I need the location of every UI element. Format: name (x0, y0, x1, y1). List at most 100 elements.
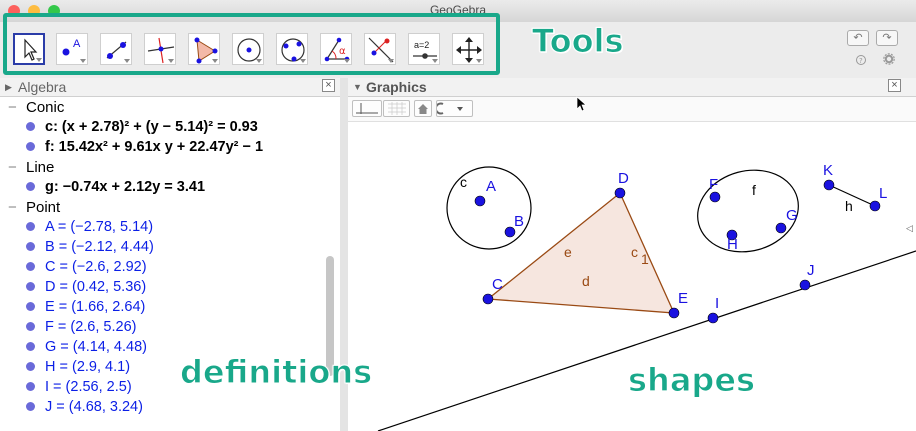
standard-view-button[interactable] (414, 100, 432, 117)
graphics-header: ▼ Graphics × (348, 78, 916, 97)
help-icon[interactable]: ? (856, 55, 866, 68)
point-label-d[interactable]: D (618, 170, 629, 187)
list-item[interactable]: I = (2.56, 2.5) (26, 379, 132, 395)
chevron-down-icon (434, 102, 463, 115)
collapse-triangle-icon[interactable]: ▶ (5, 82, 12, 93)
toggle-axes-button[interactable] (352, 100, 382, 117)
slider-tool-label: a=2 (414, 40, 429, 50)
visibility-dot[interactable] (26, 241, 35, 251)
dock-arrow-icon[interactable]: ◁ (906, 223, 913, 234)
visibility-dot[interactable] (26, 261, 35, 271)
move-tool[interactable] (13, 33, 45, 65)
point-tool-label: A (73, 38, 81, 50)
point-label-i[interactable]: I (715, 295, 719, 312)
mouse-cursor-icon (576, 96, 587, 115)
point-l[interactable] (869, 200, 881, 212)
side-label-c1-subscript[interactable]: 1 (641, 251, 649, 267)
point-label-c[interactable]: C (492, 276, 503, 293)
point-label-f[interactable]: F (709, 176, 718, 193)
point-j[interactable] (799, 279, 811, 291)
visibility-dot[interactable] (26, 401, 35, 411)
point-g[interactable] (775, 222, 787, 234)
category-line[interactable]: − Line (8, 159, 54, 176)
point-f[interactable] (709, 191, 721, 203)
shapes-annotation: shapes (627, 361, 756, 400)
point-d[interactable] (614, 187, 626, 199)
point-label-h[interactable]: H (727, 236, 738, 253)
visibility-dot[interactable] (26, 361, 35, 371)
list-item[interactable]: J = (4.68, 3.24) (26, 399, 143, 415)
undo-button[interactable]: ↶ (847, 30, 869, 46)
visibility-dot[interactable] (26, 281, 35, 291)
point-label-j[interactable]: J (807, 262, 815, 279)
graphics-title: Graphics (366, 79, 427, 95)
reflect-tool[interactable] (364, 33, 396, 65)
list-item[interactable]: D = (0.42, 5.36) (26, 279, 146, 295)
svg-text:?: ? (859, 57, 863, 65)
move-graphics-view-tool[interactable] (452, 33, 484, 65)
list-item[interactable]: B = (−2.12, 4.44) (26, 239, 154, 255)
tools-annotation: Tools (532, 22, 625, 61)
close-algebra-button[interactable]: × (322, 79, 335, 92)
close-graphics-button[interactable]: × (888, 79, 901, 92)
graphics-style-bar (348, 97, 916, 122)
visibility-dot[interactable] (26, 381, 35, 391)
list-item[interactable]: E = (1.66, 2.64) (26, 299, 145, 315)
point-e[interactable] (668, 307, 680, 319)
list-item[interactable]: F = (2.6, 5.26) (26, 319, 136, 335)
point-label-e[interactable]: E (678, 290, 688, 307)
gear-icon[interactable] (883, 53, 895, 68)
point-capturing-dropdown[interactable] (434, 100, 473, 117)
point-label-b[interactable]: B (514, 213, 524, 230)
circle-center-point-tool[interactable] (232, 33, 264, 65)
point-k[interactable] (823, 179, 835, 191)
algebra-title: Algebra (18, 79, 67, 95)
side-label-c1[interactable]: c (631, 244, 638, 260)
point-label-k[interactable]: K (823, 162, 833, 179)
visibility-dot[interactable] (26, 141, 35, 151)
circle-three-points-tool[interactable] (276, 33, 308, 65)
list-item[interactable]: H = (2.9, 4.1) (26, 359, 130, 375)
point-label-a[interactable]: A (486, 178, 496, 195)
side-label-d[interactable]: d (582, 273, 590, 289)
angle-tool[interactable]: α (320, 33, 352, 65)
point-i[interactable] (707, 312, 719, 324)
point-c[interactable] (482, 293, 494, 305)
window-titlebar: GeoGebra (0, 0, 916, 23)
list-item[interactable]: G = (4.14, 4.48) (26, 339, 147, 355)
algebra-header: ▶ Algebra × (0, 78, 340, 97)
point-label-l[interactable]: L (879, 185, 887, 202)
toggle-grid-button[interactable] (383, 100, 410, 117)
perpendicular-line-tool[interactable] (144, 33, 176, 65)
toolbar: A α a=2 ↶ ↷ ? (0, 22, 916, 78)
definitions-annotation: definitions (179, 353, 373, 392)
window-title: GeoGebra (429, 3, 487, 17)
list-item[interactable]: g: −0.74x + 2.12y = 3.41 (26, 179, 205, 195)
line-tool[interactable] (100, 33, 132, 65)
category-point[interactable]: − Point (8, 199, 60, 216)
slider-tool[interactable]: a=2 (408, 33, 440, 65)
redo-button[interactable]: ↷ (876, 30, 898, 46)
visibility-dot[interactable] (26, 221, 35, 231)
segment-label[interactable]: h (845, 198, 853, 214)
visibility-dot[interactable] (26, 321, 35, 331)
point-tool[interactable]: A (56, 33, 88, 65)
side-label-e[interactable]: e (564, 244, 572, 260)
category-conic[interactable]: − Conic (8, 99, 64, 116)
visibility-dot[interactable] (26, 341, 35, 351)
visibility-dot[interactable] (26, 301, 35, 311)
collapse-triangle-icon[interactable]: ▼ (353, 82, 362, 92)
visibility-dot[interactable] (26, 121, 35, 131)
angle-tool-label: α (339, 46, 346, 57)
point-label-g[interactable]: G (786, 207, 798, 224)
list-item[interactable]: C = (−2.6, 2.92) (26, 259, 147, 275)
ellipse-label[interactable]: f (752, 182, 756, 198)
visibility-dot[interactable] (26, 181, 35, 191)
list-item[interactable]: f: 15.42x² + 9.61x y + 22.47y² − 1 (26, 139, 263, 155)
circle-label[interactable]: c (460, 174, 467, 190)
home-icon (418, 104, 428, 114)
list-item[interactable]: c: (x + 2.78)² + (y − 5.14)² = 0.93 (26, 119, 258, 135)
point-a[interactable] (474, 195, 486, 207)
polygon-tool[interactable] (188, 33, 220, 65)
list-item[interactable]: A = (−2.78, 5.14) (26, 219, 153, 235)
